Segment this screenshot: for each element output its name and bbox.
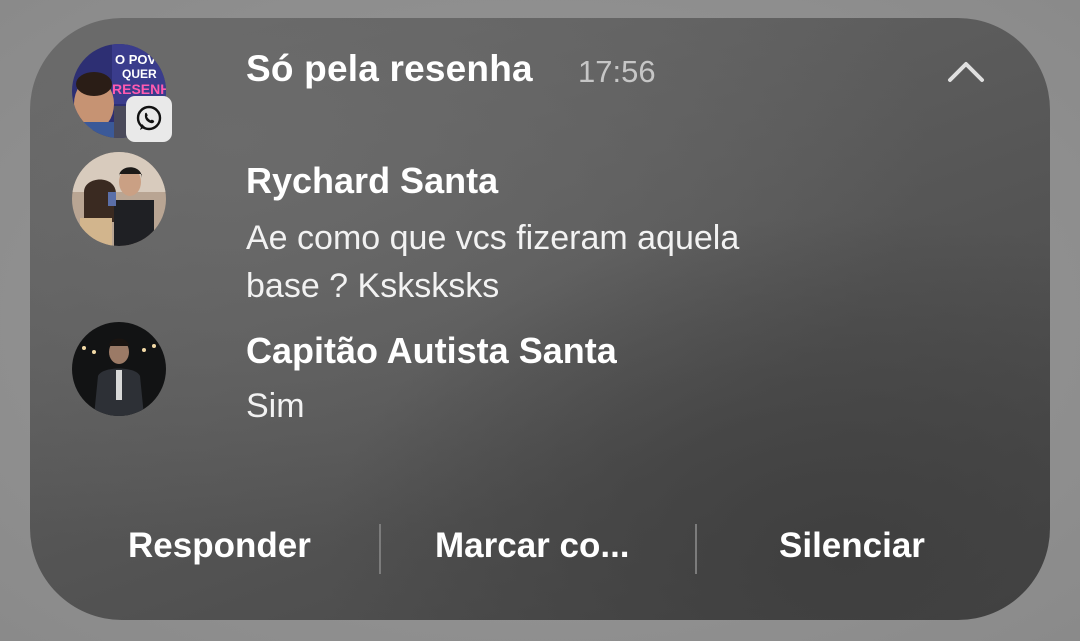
notification-card[interactable]: O POVO QUER RESENHA Só pela resenha 17:5… bbox=[30, 18, 1050, 620]
chevron-up-icon bbox=[948, 62, 984, 82]
notification-time: 17:56 bbox=[578, 54, 656, 89]
group-avatar-line-2: QUER bbox=[122, 67, 157, 81]
sender-avatar-rychard bbox=[72, 152, 166, 246]
message-text-line: Sim bbox=[246, 387, 305, 425]
sender-name: Rychard Santa bbox=[246, 160, 499, 201]
whatsapp-badge bbox=[126, 96, 172, 142]
mute-button[interactable]: Silenciar bbox=[779, 526, 925, 566]
message-text-line: base ? Ksksksks bbox=[246, 267, 500, 305]
group-avatar-line-1: O POVO bbox=[115, 52, 166, 67]
collapse-button[interactable] bbox=[938, 50, 994, 94]
group-avatar-line-3: RESENHA bbox=[112, 81, 166, 97]
action-divider bbox=[695, 524, 697, 574]
action-divider bbox=[379, 524, 381, 574]
sender-name: Capitão Autista Santa bbox=[246, 330, 617, 371]
notification-actions: Responder Marcar co... Silenciar bbox=[30, 518, 1050, 580]
mark-as-read-button[interactable]: Marcar co... bbox=[435, 526, 630, 566]
notification-shade: O POVO QUER RESENHA Só pela resenha 17:5… bbox=[0, 0, 1080, 641]
sender-avatar-capitao bbox=[72, 322, 166, 416]
message-text-line: Ae como que vcs fizeram aquela bbox=[246, 219, 740, 257]
reply-button[interactable]: Responder bbox=[128, 526, 311, 566]
whatsapp-icon bbox=[136, 105, 162, 131]
group-title: Só pela resenha bbox=[246, 48, 533, 89]
